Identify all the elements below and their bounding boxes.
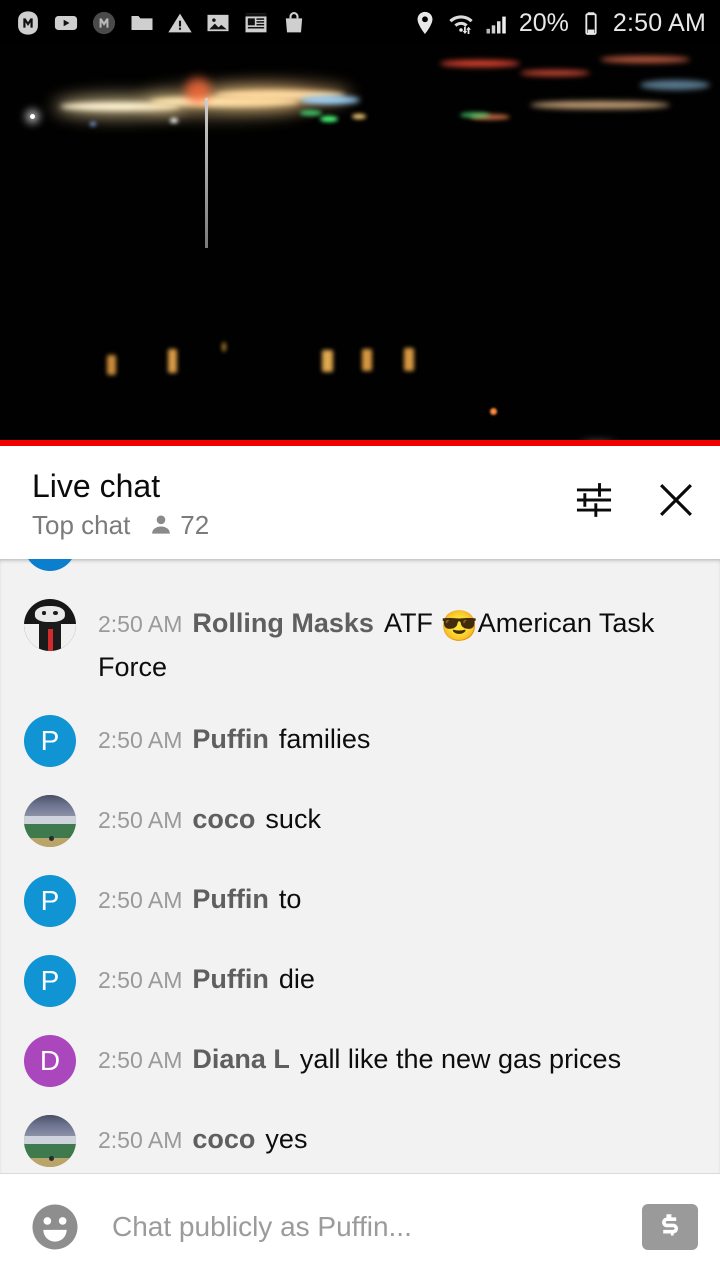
- list-item[interactable]: P 2:50 AM Puffin to: [0, 861, 720, 941]
- live-chat-header: Live chat Top chat 72: [0, 446, 720, 559]
- avatar[interactable]: P: [24, 955, 76, 1007]
- chat-mode-label[interactable]: Top chat: [32, 510, 130, 541]
- photo-icon: [207, 14, 229, 32]
- status-bar: 20% 2:50 AM: [0, 0, 720, 46]
- cell-signal-icon: [486, 16, 506, 34]
- message-time: 2:50 AM: [98, 967, 183, 993]
- message-author[interactable]: Rolling Masks: [192, 608, 374, 638]
- folder-icon: [131, 16, 153, 30]
- chat-header-actions: [572, 470, 698, 522]
- close-chat-button[interactable]: [654, 478, 698, 522]
- status-bar-notification-icons: [14, 9, 308, 37]
- viewer-count-label: 72: [180, 509, 210, 540]
- video-city-lights: [0, 46, 720, 176]
- news-icon: [245, 13, 267, 33]
- chat-input-bar: Chat publicly as Puffin...: [0, 1173, 720, 1280]
- avatar[interactable]: D: [24, 1035, 76, 1087]
- message-text: yes: [265, 1124, 308, 1154]
- video-foreground-pole: [205, 98, 208, 248]
- location-pin-icon: [417, 11, 433, 35]
- youtube-icon: [54, 16, 78, 30]
- emoji-smiley-icon[interactable]: [28, 1200, 82, 1254]
- monoprice-m-icon: [18, 11, 38, 35]
- avatar[interactable]: [24, 795, 76, 847]
- message-body: 2:50 AM Rolling Masks ATF 😎American Task F…: [98, 599, 700, 687]
- list-item[interactable]: 2:50 AM coco suck: [0, 781, 720, 861]
- message-text: to: [278, 884, 302, 914]
- avatar-initial: P: [40, 725, 60, 756]
- viewer-count-group: 72: [148, 510, 209, 541]
- chat-title: Live chat: [32, 468, 161, 504]
- list-item[interactable]: 2:50 AM coco yes: [0, 1101, 720, 1173]
- message-text-before-emoji: ATF: [383, 608, 441, 638]
- message-time: 2:50 AM: [98, 727, 183, 753]
- avatar[interactable]: [24, 1115, 76, 1167]
- battery-percent-label: 20%: [518, 8, 569, 37]
- message-time: 2:50 AM: [98, 1127, 183, 1153]
- message-author[interactable]: Puffin: [192, 884, 268, 914]
- list-item[interactable]: [0, 559, 720, 585]
- chat-message-list[interactable]: 2:50 AM Rolling Masks ATF 😎American Task F…: [0, 559, 720, 1173]
- avatar-initial: P: [40, 885, 60, 916]
- close-icon: [660, 484, 692, 516]
- avatar[interactable]: [24, 559, 76, 571]
- phone-screen: 20% 2:50 AM Live chat Top chat 72 2:50 A…: [0, 0, 720, 1280]
- message-time: 2:50 AM: [98, 887, 183, 913]
- shopping-bag-icon: [285, 12, 303, 33]
- avatar-initial: P: [40, 965, 60, 996]
- m-app-icon: [92, 11, 116, 35]
- chat-header-titles: Live chat Top chat 72: [32, 468, 209, 541]
- message-time: 2:50 AM: [98, 807, 183, 833]
- chat-settings-button[interactable]: [572, 478, 616, 522]
- message-body: 2:50 AM Puffin families: [98, 715, 700, 760]
- status-bar-system-icons: 20% 2:50 AM: [411, 9, 706, 38]
- list-item[interactable]: D 2:50 AM Diana L yall like the new gas pr…: [0, 1021, 720, 1101]
- chat-input-field[interactable]: Chat publicly as Puffin...: [112, 1211, 642, 1243]
- avatar-initial: D: [39, 1045, 61, 1076]
- message-time: 2:50 AM: [98, 1047, 183, 1073]
- status-bar-clock: 2:50 AM: [612, 8, 706, 37]
- message-body: 2:50 AM coco yes: [98, 1115, 700, 1160]
- message-text: suck: [265, 804, 321, 834]
- live-video-player[interactable]: [0, 46, 720, 446]
- message-author[interactable]: Diana L: [192, 1044, 290, 1074]
- message-time: 2:50 AM: [98, 611, 183, 637]
- message-author[interactable]: Puffin: [192, 724, 268, 754]
- battery-icon: [585, 12, 597, 35]
- message-text: families: [278, 724, 371, 754]
- message-body: 2:50 AM coco suck: [98, 795, 700, 840]
- super-chat-dollar-icon: [662, 1214, 679, 1236]
- message-body: 2:50 AM Puffin die: [98, 955, 700, 1000]
- chat-settings-sliders-icon: [576, 483, 612, 517]
- message-body: 2:50 AM Puffin to: [98, 875, 700, 920]
- person-icon: [152, 515, 171, 534]
- list-item[interactable]: P 2:50 AM Puffin die: [0, 941, 720, 1021]
- message-author[interactable]: coco: [192, 1124, 255, 1154]
- warning-icon: [168, 13, 192, 33]
- avatar[interactable]: P: [24, 875, 76, 927]
- message-text: yall like the new gas prices: [299, 1044, 622, 1074]
- wifi-transfer-icon: [449, 15, 473, 34]
- avatar[interactable]: [24, 599, 76, 651]
- list-item[interactable]: P 2:50 AM Puffin families: [0, 701, 720, 781]
- message-author[interactable]: coco: [192, 804, 255, 834]
- sunglasses-emoji-icon: 😎: [440, 610, 478, 643]
- avatar[interactable]: P: [24, 715, 76, 767]
- super-chat-button[interactable]: [642, 1204, 698, 1250]
- message-author[interactable]: Puffin: [192, 964, 268, 994]
- chat-subheader: Top chat 72: [32, 510, 209, 541]
- message-body: 2:50 AM Diana L yall like the new gas pric…: [98, 1035, 700, 1080]
- list-item[interactable]: 2:50 AM Rolling Masks ATF 😎American Task F…: [0, 585, 720, 701]
- message-text: die: [278, 964, 315, 994]
